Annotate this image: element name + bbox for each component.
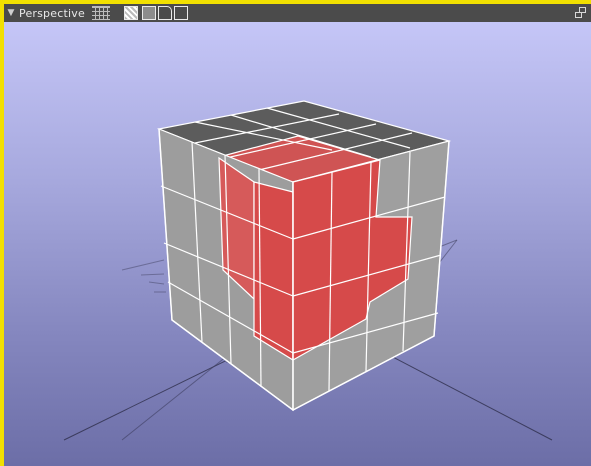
shaded-icon[interactable] [142, 6, 156, 20]
grid-icon[interactable] [92, 6, 110, 20]
viewport-panel: ▼ Perspective [0, 0, 591, 466]
wireframe-icon[interactable] [158, 6, 172, 20]
shaded-wireframe-icon[interactable] [124, 6, 138, 20]
wireframe-alt-icon[interactable] [174, 6, 188, 20]
collapse-arrow-icon[interactable]: ▼ [5, 4, 17, 22]
panel-titlebar: ▼ Perspective [4, 4, 591, 22]
panel-title: Perspective [19, 6, 85, 20]
scene-canvas [63, 100, 553, 441]
3d-scene[interactable] [4, 22, 591, 466]
restore-icon[interactable] [575, 7, 587, 19]
